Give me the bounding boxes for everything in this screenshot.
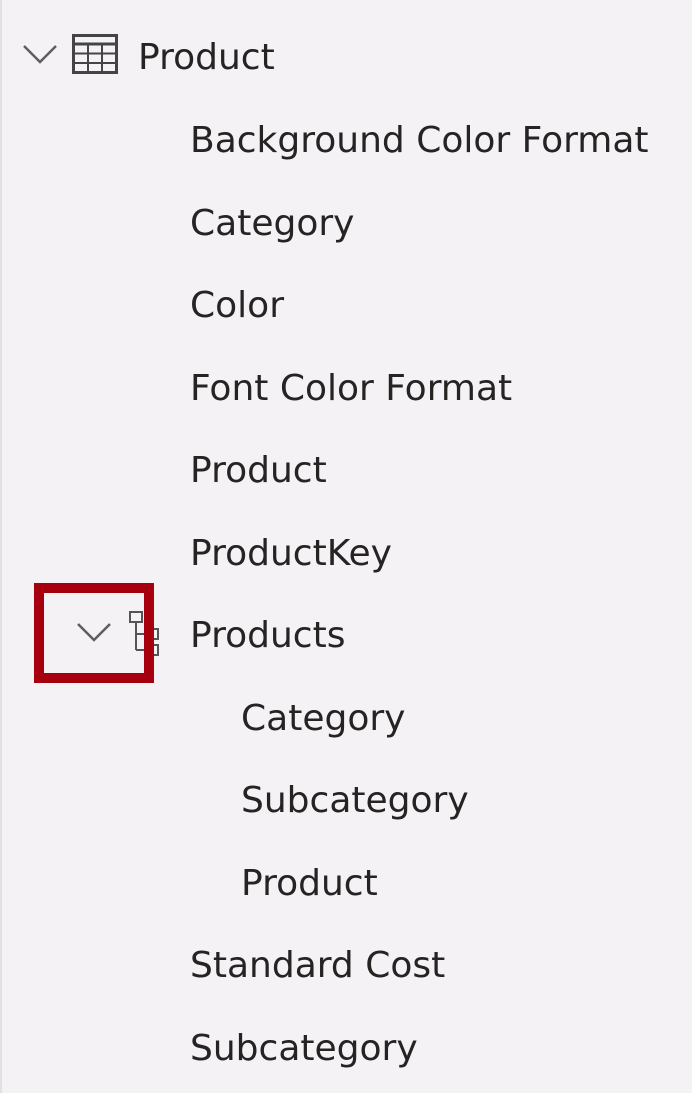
field-label: Product	[190, 450, 327, 491]
field-standard-cost[interactable]: Standard Cost	[0, 936, 692, 996]
hierarchy-level-label: Product	[241, 863, 378, 904]
field-subcategory[interactable]: Subcategory	[0, 1019, 692, 1079]
table-icon	[72, 34, 118, 74]
hierarchy-icon	[129, 611, 159, 656]
field-label: Standard Cost	[190, 945, 446, 986]
field-label: Category	[190, 203, 355, 244]
hierarchy-level-subcategory[interactable]: Subcategory	[0, 771, 692, 831]
hierarchy-label: Products	[190, 615, 346, 656]
hierarchy-node-products[interactable]: Products	[0, 606, 692, 666]
field-category[interactable]: Category	[0, 194, 692, 254]
chevron-down-icon[interactable]	[74, 618, 114, 646]
hierarchy-level-product[interactable]: Product	[0, 854, 692, 914]
table-node-product[interactable]: Product	[0, 28, 692, 88]
field-label: ProductKey	[190, 533, 392, 574]
hierarchy-level-label: Subcategory	[241, 780, 469, 821]
hierarchy-level-label: Category	[241, 698, 406, 739]
field-product[interactable]: Product	[0, 441, 692, 501]
field-label: Background Color Format	[190, 120, 649, 161]
field-background-color-format[interactable]: Background Color Format	[0, 111, 692, 171]
field-label: Font Color Format	[190, 368, 513, 409]
field-label: Color	[190, 285, 284, 326]
field-color[interactable]: Color	[0, 276, 692, 336]
chevron-down-icon[interactable]	[20, 40, 60, 68]
hierarchy-level-category[interactable]: Category	[0, 689, 692, 749]
fields-tree: Product Background Color Format Category…	[0, 0, 692, 1093]
field-label: Subcategory	[190, 1028, 418, 1069]
field-productkey[interactable]: ProductKey	[0, 524, 692, 584]
table-label: Product	[138, 37, 275, 78]
field-font-color-format[interactable]: Font Color Format	[0, 359, 692, 419]
